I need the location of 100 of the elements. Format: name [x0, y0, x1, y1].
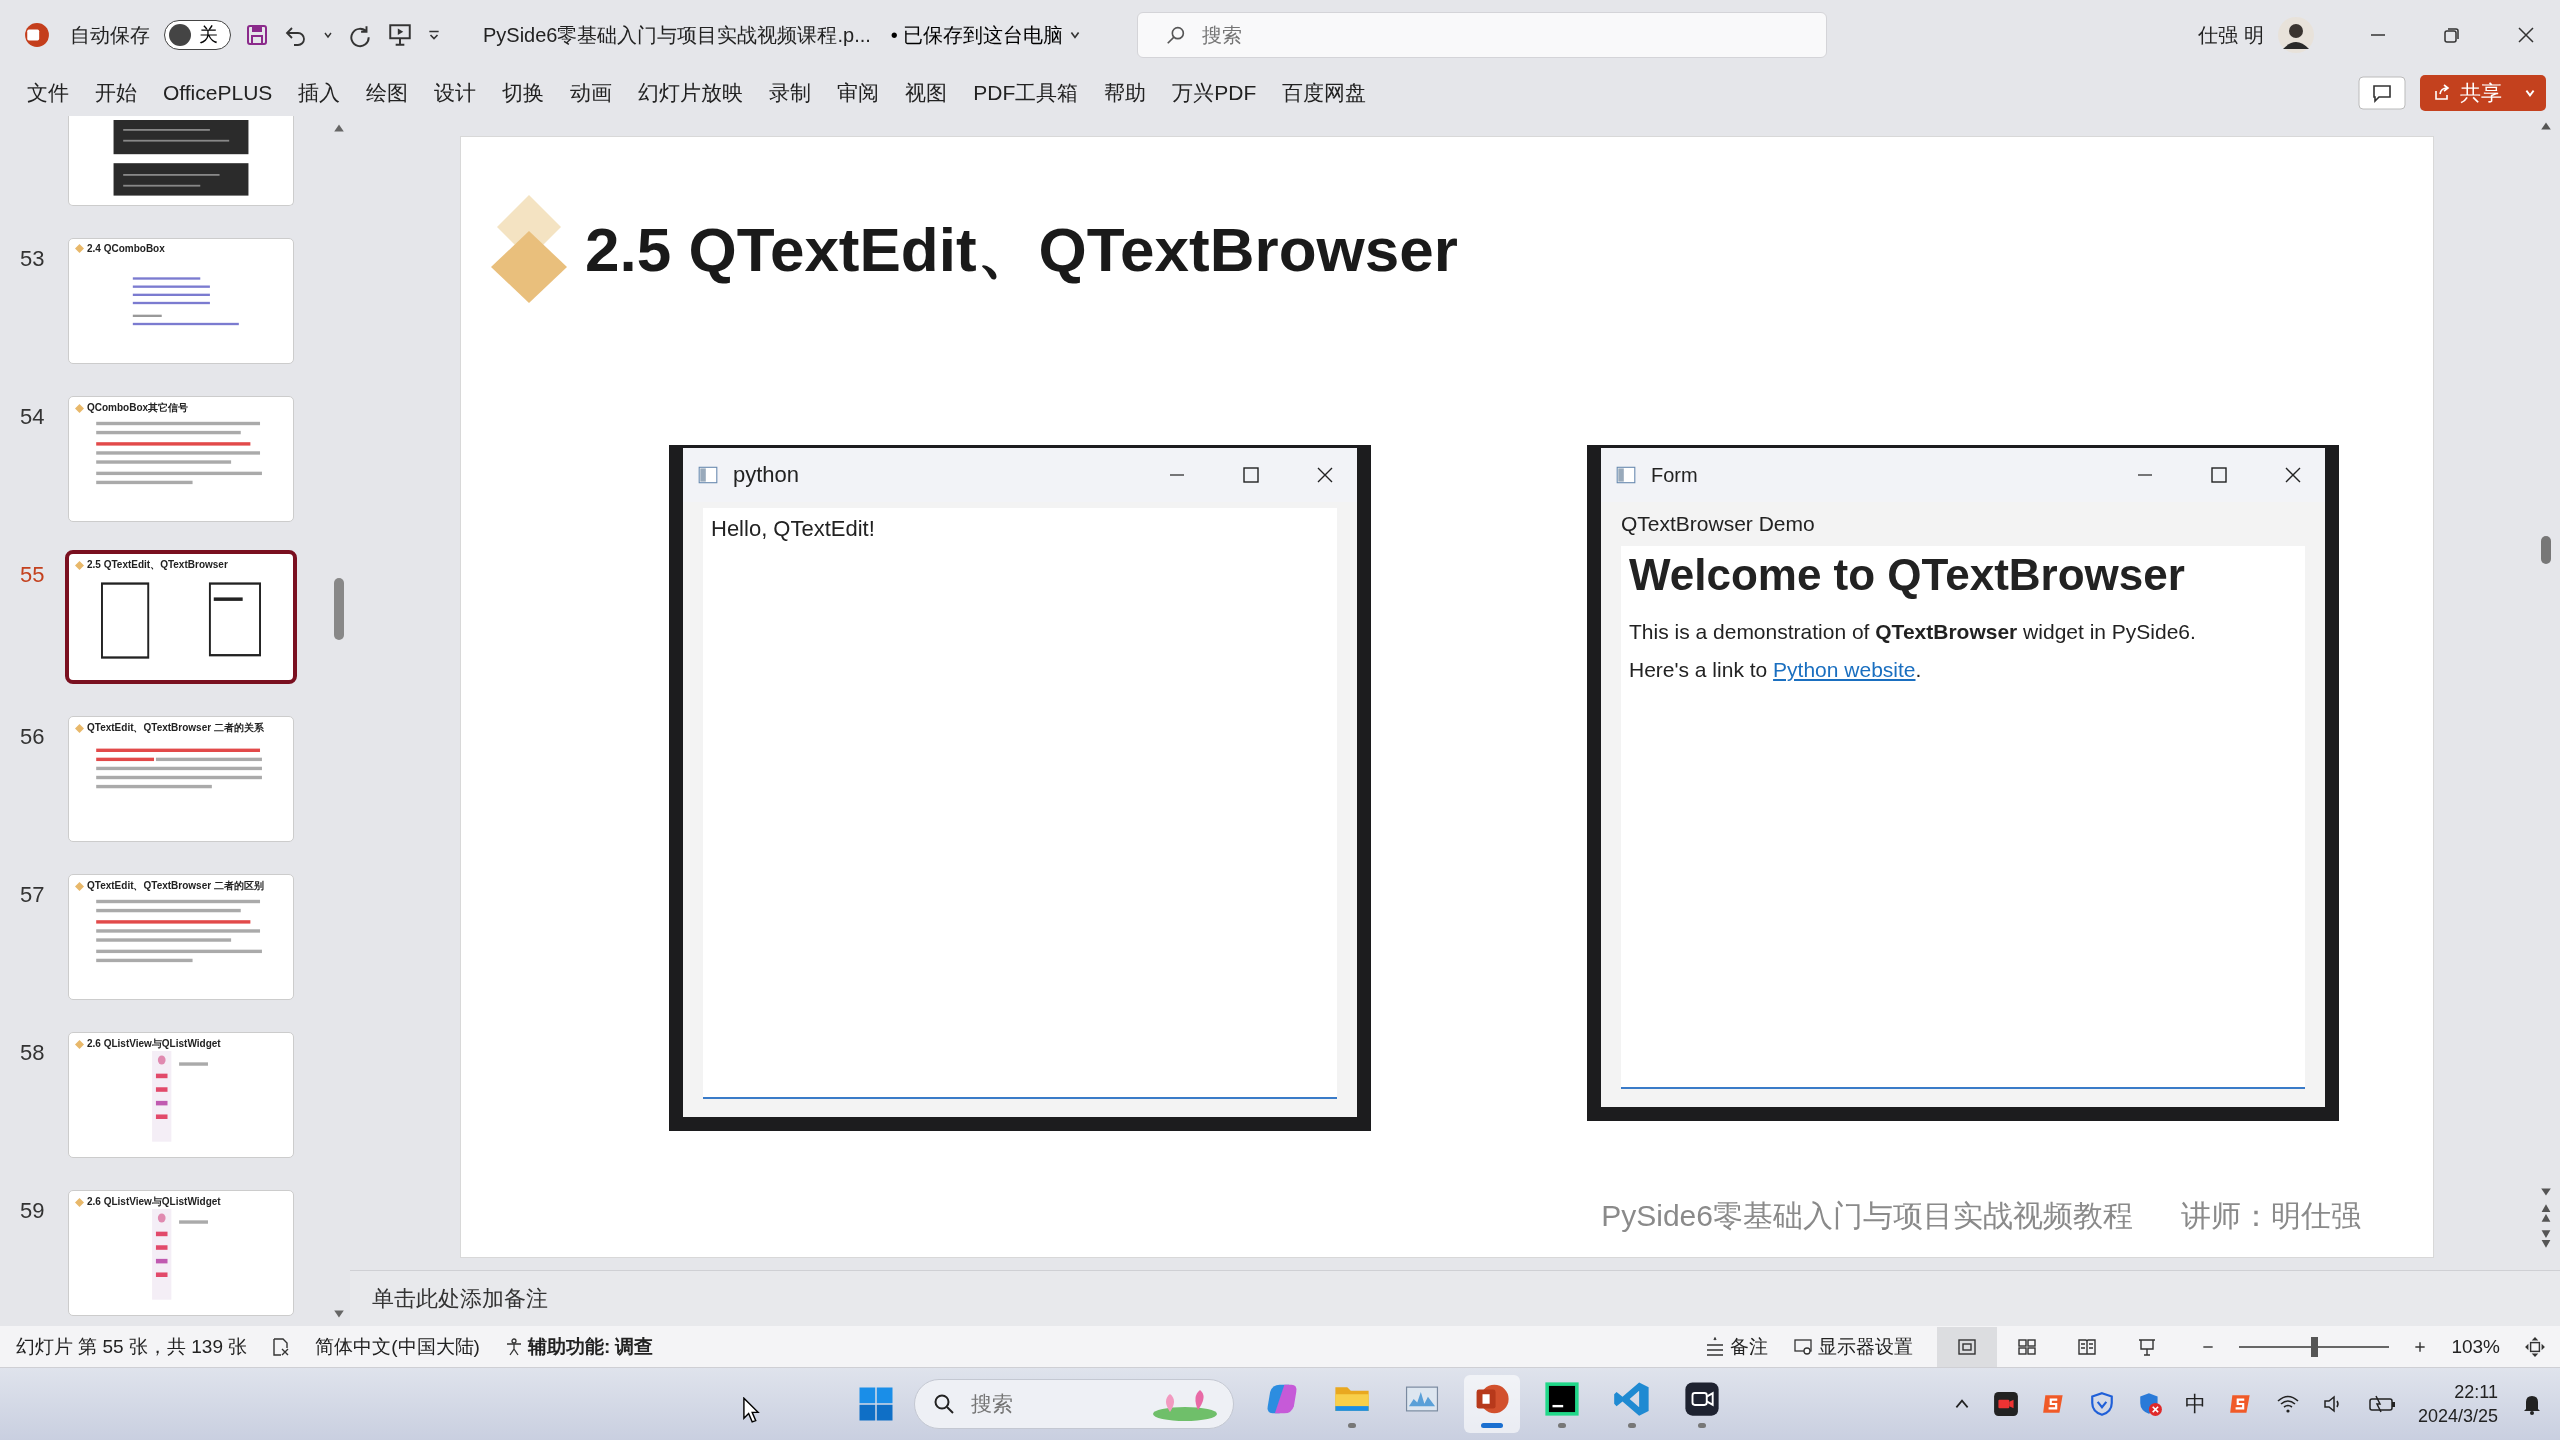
scrollbar-thumb[interactable]: [334, 578, 344, 640]
ime-indicator[interactable]: 中: [2184, 1390, 2206, 1418]
document-title: PySide6零基础入门与项目实战视频课程.p...: [483, 22, 871, 48]
autosave-toggle[interactable]: 关: [164, 20, 231, 50]
close-icon[interactable]: [1315, 465, 1335, 485]
language-button[interactable]: 简体中文(中国大陆): [315, 1333, 480, 1360]
slide-thumbnail[interactable]: 2.4 QComboBox: [68, 238, 294, 364]
ribbon-tab[interactable]: 插入: [285, 75, 354, 111]
scroll-down-icon[interactable]: [2540, 1186, 2552, 1198]
normal-view-button[interactable]: [1937, 1326, 1998, 1367]
scroll-up-icon[interactable]: [2540, 120, 2552, 132]
browser-heading: Welcome to QTextBrowser: [1629, 550, 2186, 600]
save-status[interactable]: • 已保存到这台电脑: [884, 20, 1088, 50]
diamond-icon: [75, 560, 84, 570]
ribbon-tab[interactable]: 百度网盘: [1269, 75, 1380, 111]
slide-thumbnail[interactable]: QTextEdit、QTextBrowser 二者的区别: [68, 874, 294, 1000]
powerpoint-taskbar-icon[interactable]: [1464, 1375, 1520, 1433]
search-icon: [932, 1392, 956, 1416]
notes-button[interactable]: 备注: [1704, 1333, 1769, 1360]
ribbon-tab[interactable]: 录制: [756, 75, 825, 111]
ribbon-tab[interactable]: 幻灯片放映: [625, 75, 757, 111]
python-link[interactable]: Python website: [1773, 658, 1916, 681]
ribbon-tab[interactable]: 审阅: [824, 75, 893, 111]
scroll-up-icon[interactable]: [333, 122, 345, 134]
previous-slide-icon[interactable]: [2540, 1202, 2552, 1224]
ribbon-tab[interactable]: PDF工具箱: [960, 75, 1092, 111]
share-button[interactable]: 共享: [2420, 75, 2546, 111]
browser-text: Here's a link to: [1629, 658, 1768, 681]
clock[interactable]: 22:11 2024/3/25: [2417, 1379, 2498, 1429]
save-icon[interactable]: [245, 23, 269, 47]
zoom-reading[interactable]: 103%: [2451, 1335, 2500, 1358]
ribbon-tab[interactable]: 开始: [82, 75, 150, 111]
ribbon-tab[interactable]: 动画: [557, 75, 626, 111]
slide-number: 58: [20, 1039, 46, 1067]
powerpoint-icon: [24, 22, 50, 48]
slide-thumbnail[interactable]: QTextEdit、QTextBrowser 二者的关系: [68, 716, 294, 842]
ribbon-tab[interactable]: 绘图: [353, 75, 422, 111]
slide-thumbnail[interactable]: 2.6 QListView与QListWidget: [68, 1190, 294, 1316]
accessibility-button[interactable]: 辅助功能: 调查: [503, 1333, 654, 1360]
window-icon: [697, 464, 719, 486]
search-field[interactable]: 搜索: [1137, 12, 1828, 58]
next-slide-icon[interactable]: [2540, 1228, 2552, 1250]
scrollbar-thumb[interactable]: [2541, 536, 2551, 564]
close-icon[interactable]: [2516, 25, 2536, 45]
slide-thumbnail[interactable]: QComboBox其它信号: [68, 396, 294, 522]
comment-icon[interactable]: [2358, 76, 2406, 110]
ribbon-tab[interactable]: 万兴PDF: [1159, 75, 1270, 111]
ribbon-tab[interactable]: 切换: [489, 75, 558, 111]
monitor-icon: [1792, 1336, 1815, 1357]
normal-view-icon: [1956, 1336, 1979, 1357]
slide-thumbnail[interactable]: 2.5 QTextEdit、QTextBrowser: [65, 550, 297, 684]
ribbon-tab[interactable]: 设计: [421, 75, 490, 111]
customize-icon[interactable]: [427, 28, 441, 42]
maximize-icon[interactable]: [2209, 465, 2229, 485]
zoom-in-icon[interactable]: [2413, 1339, 2428, 1354]
slide-number: 57: [20, 881, 46, 909]
thumbnail-title: 2.6 QListView与QListWidget: [87, 1037, 221, 1051]
time: 22:11: [2454, 1380, 2498, 1404]
taskbar-search[interactable]: 搜索: [914, 1379, 1234, 1429]
text-content: Hello, QTextEdit!: [711, 516, 875, 541]
slide-number: 54: [20, 403, 46, 431]
presentation-icon[interactable]: [387, 22, 413, 48]
display-settings-button[interactable]: 显示器设置: [1792, 1333, 1914, 1360]
slide-thumbnail[interactable]: [68, 116, 294, 206]
diamond-icon: [75, 881, 84, 891]
text-edit[interactable]: Hello, QTextEdit!: [703, 508, 1337, 1099]
window-icon: [1615, 464, 1637, 486]
shield-icon[interactable]: [2088, 1391, 2115, 1417]
diamond-icon: [75, 244, 84, 253]
thumbnail-title: QTextEdit、QTextBrowser 二者的关系: [87, 721, 264, 735]
caret-icon[interactable]: [323, 30, 333, 40]
thumbnail-title: 2.4 QComboBox: [87, 243, 165, 254]
window-title: python: [733, 462, 800, 488]
ribbon-tab[interactable]: OfficePLUS: [150, 77, 286, 109]
close-icon[interactable]: [2283, 465, 2303, 485]
thumbnail-title: QComboBox其它信号: [87, 401, 189, 415]
ribbon-tab[interactable]: 视图: [892, 75, 961, 111]
share-icon: [2432, 83, 2452, 103]
restore-icon[interactable]: [2442, 25, 2462, 45]
slide-thumbnail[interactable]: 2.6 QListView与QListWidget: [68, 1032, 294, 1158]
slide-number: 53: [20, 245, 46, 273]
thumbnail-title: 2.5 QTextEdit、QTextBrowser: [87, 558, 228, 572]
start-icon[interactable]: [858, 1386, 894, 1422]
grid-icon: [2016, 1336, 2039, 1357]
maximize-icon[interactable]: [1241, 465, 1261, 485]
fit-slide-icon[interactable]: [2524, 1335, 2546, 1358]
book-icon: [2076, 1336, 2099, 1357]
scroll-down-icon[interactable]: [333, 1308, 345, 1320]
ribbon-tab[interactable]: 帮助: [1091, 75, 1160, 111]
diamond-icon: [75, 1039, 84, 1049]
demo-label: QTextBrowser Demo: [1621, 512, 1816, 536]
diamond-icon: [75, 723, 84, 733]
slide-number: 55: [20, 561, 46, 589]
avatar[interactable]: [2278, 17, 2314, 53]
ribbon-tab[interactable]: 文件: [14, 75, 82, 111]
diamond-icon: [75, 403, 84, 413]
thumbnail-title: 2.6 QListView与QListWidget: [87, 1195, 221, 1209]
browser-text: .: [1915, 658, 1922, 681]
recorder-icon[interactable]: [1992, 1391, 2019, 1417]
window-title: Form: [1651, 463, 1698, 487]
